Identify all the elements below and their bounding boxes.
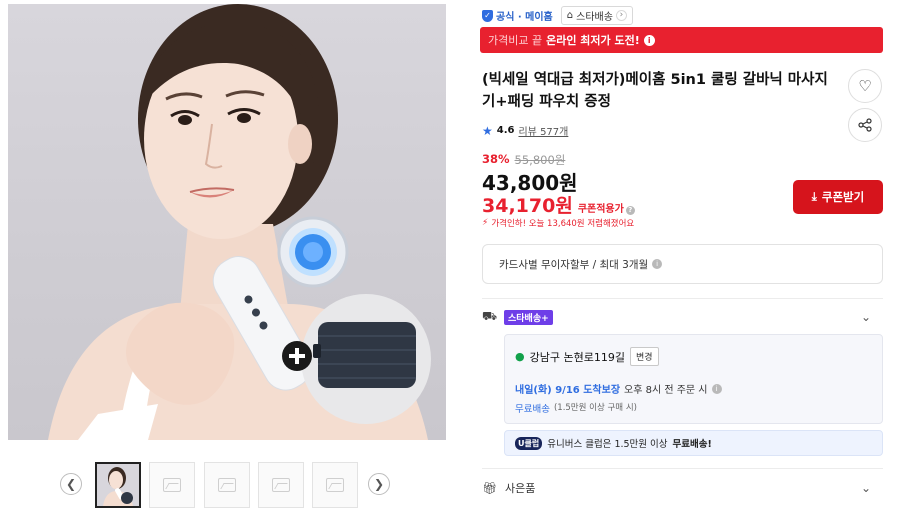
- price-drop-text: 가격인하! 오늘 13,640원 저렴해졌어요: [491, 219, 635, 229]
- product-title: (빅세일 역대급 최저가)메이홈 5in1 쿨링 갈바닉 마사지기+패딩 파우치…: [482, 72, 828, 110]
- info-icon: i: [643, 34, 655, 46]
- rating-row: ★ 4.6 리뷰 577개: [482, 123, 568, 139]
- universe-club-banner[interactable]: U클럽 유니버스 클럽은 1.5만원 이상 무료배송!: [504, 430, 883, 456]
- divider: [482, 298, 883, 299]
- discount-rate: 38%: [482, 152, 510, 166]
- installment-info[interactable]: 카드사별 무이자할부 / 최대 3개월 i: [482, 244, 883, 284]
- free-shipping-line: 무료배송 (1.5만원 이상 구매 시): [515, 401, 637, 415]
- info-icon: i: [652, 259, 663, 269]
- official-store-link[interactable]: ✓ 공식 · 메이홈: [482, 8, 553, 23]
- chevron-down-icon[interactable]: ⌄: [861, 481, 871, 495]
- price-drop-notice: ⚡ 가격인하! 오늘 13,640원 저렴해졌어요: [482, 217, 634, 229]
- star-delivery-badge: 스타배송+: [504, 309, 553, 325]
- product-info-panel: ✓ 공식 · 메이홈 ⌂ 스타배송 › 가격비교 끝 온라인 최저가 도전! i…: [480, 0, 884, 508]
- thumbnail-4[interactable]: [258, 462, 304, 508]
- home-icon: ⌂: [566, 10, 574, 21]
- wishlist-button[interactable]: ♡: [848, 69, 882, 103]
- change-address-button[interactable]: 변경: [629, 347, 659, 366]
- original-price: 55,800원: [514, 153, 566, 167]
- store-chip-label: 스타배송: [576, 12, 613, 23]
- address-text: 강남구 논현로119길: [529, 350, 625, 364]
- thumbnail-1[interactable]: [95, 462, 141, 508]
- image-placeholder-icon: [218, 478, 236, 492]
- coupon-price-row: 34,170원 쿠폰적용가?: [482, 191, 635, 218]
- address-line: ● 강남구 논현로119길 변경: [515, 347, 659, 366]
- club-text-bold: 무료배송!: [672, 439, 712, 450]
- star-delivery-chip[interactable]: ⌂ 스타배송 ›: [560, 6, 633, 25]
- shipping-header[interactable]: ⛟ 스타배송+ ⌄: [482, 308, 883, 326]
- promo-prefix: 가격비교 끝: [488, 34, 543, 47]
- get-coupon-button[interactable]: ⤓ 쿠폰받기: [793, 180, 883, 214]
- info-icon[interactable]: i: [711, 383, 722, 394]
- get-coupon-label: 쿠폰받기: [821, 192, 865, 204]
- chevron-left-icon[interactable]: ❮: [60, 473, 82, 495]
- coupon-price: 34,170원: [482, 195, 573, 217]
- image-placeholder-icon: [163, 478, 181, 492]
- bolt-icon: ⚡: [482, 218, 489, 228]
- seller-row: ✓ 공식 · 메이홈 ⌂ 스타배송 ›: [482, 6, 633, 25]
- discount-row: 38% 55,800원: [482, 152, 565, 168]
- delivery-address-box: ● 강남구 논현로119길 변경 내일(화) 9/16 도착보장 오후 8시 전…: [504, 334, 883, 424]
- image-placeholder-icon: [326, 478, 344, 492]
- free-shipping-label: 무료배송: [515, 404, 550, 415]
- eta-highlight: 내일(화) 9/16 도착보장: [515, 385, 621, 396]
- delivery-eta: 내일(화) 9/16 도착보장 오후 8시 전 주문 시 i: [515, 381, 722, 396]
- thumbnail-2[interactable]: [149, 462, 195, 508]
- u-club-badge: U클럽: [515, 436, 543, 450]
- promo-highlight: 온라인 최저가 도전!: [546, 34, 640, 47]
- promo-banner[interactable]: 가격비교 끝 온라인 최저가 도전! i: [480, 27, 883, 53]
- download-icon: ⤓: [811, 190, 817, 203]
- rating-score: 4.6: [496, 125, 515, 136]
- image-placeholder-icon: [272, 478, 290, 492]
- eta-condition: 오후 8시 전 주문 시: [624, 385, 708, 396]
- chevron-right-icon[interactable]: ❯: [368, 473, 390, 495]
- heart-icon: ♡: [858, 77, 872, 95]
- chevron-down-icon[interactable]: ⌄: [861, 310, 871, 324]
- share-button[interactable]: [848, 108, 882, 142]
- thumbnail-strip: ❮ ❯: [60, 462, 400, 508]
- star-icon: ★: [482, 123, 493, 138]
- coupon-price-label[interactable]: 쿠폰적용가?: [578, 200, 635, 215]
- installment-text: 카드사별 무이자할부 / 최대 3개월: [499, 258, 649, 271]
- official-store-label: 공식 · 메이홈: [496, 12, 553, 23]
- gift-section-header[interactable]: 🎁︎ 사은품 ⌄: [482, 478, 883, 498]
- location-pin-icon: ●: [515, 350, 525, 363]
- club-text: 유니버스 클럽은 1.5만원 이상: [547, 439, 668, 450]
- reviews-link[interactable]: 리뷰 577개: [518, 123, 568, 138]
- truck-icon: ⛟: [482, 309, 498, 323]
- info-icon: ?: [625, 206, 635, 215]
- gift-label: 사은품: [505, 482, 536, 495]
- gift-icon: 🎁︎: [482, 481, 498, 495]
- chevron-right-icon: ›: [615, 10, 627, 21]
- share-icon: [858, 118, 872, 132]
- shield-check-icon: ✓: [482, 9, 493, 22]
- product-main-image[interactable]: [8, 4, 446, 440]
- thumbnail-3[interactable]: [204, 462, 250, 508]
- thumbnail-5[interactable]: [312, 462, 358, 508]
- free-shipping-condition: (1.5만원 이상 구매 시): [553, 403, 637, 413]
- divider: [482, 468, 883, 469]
